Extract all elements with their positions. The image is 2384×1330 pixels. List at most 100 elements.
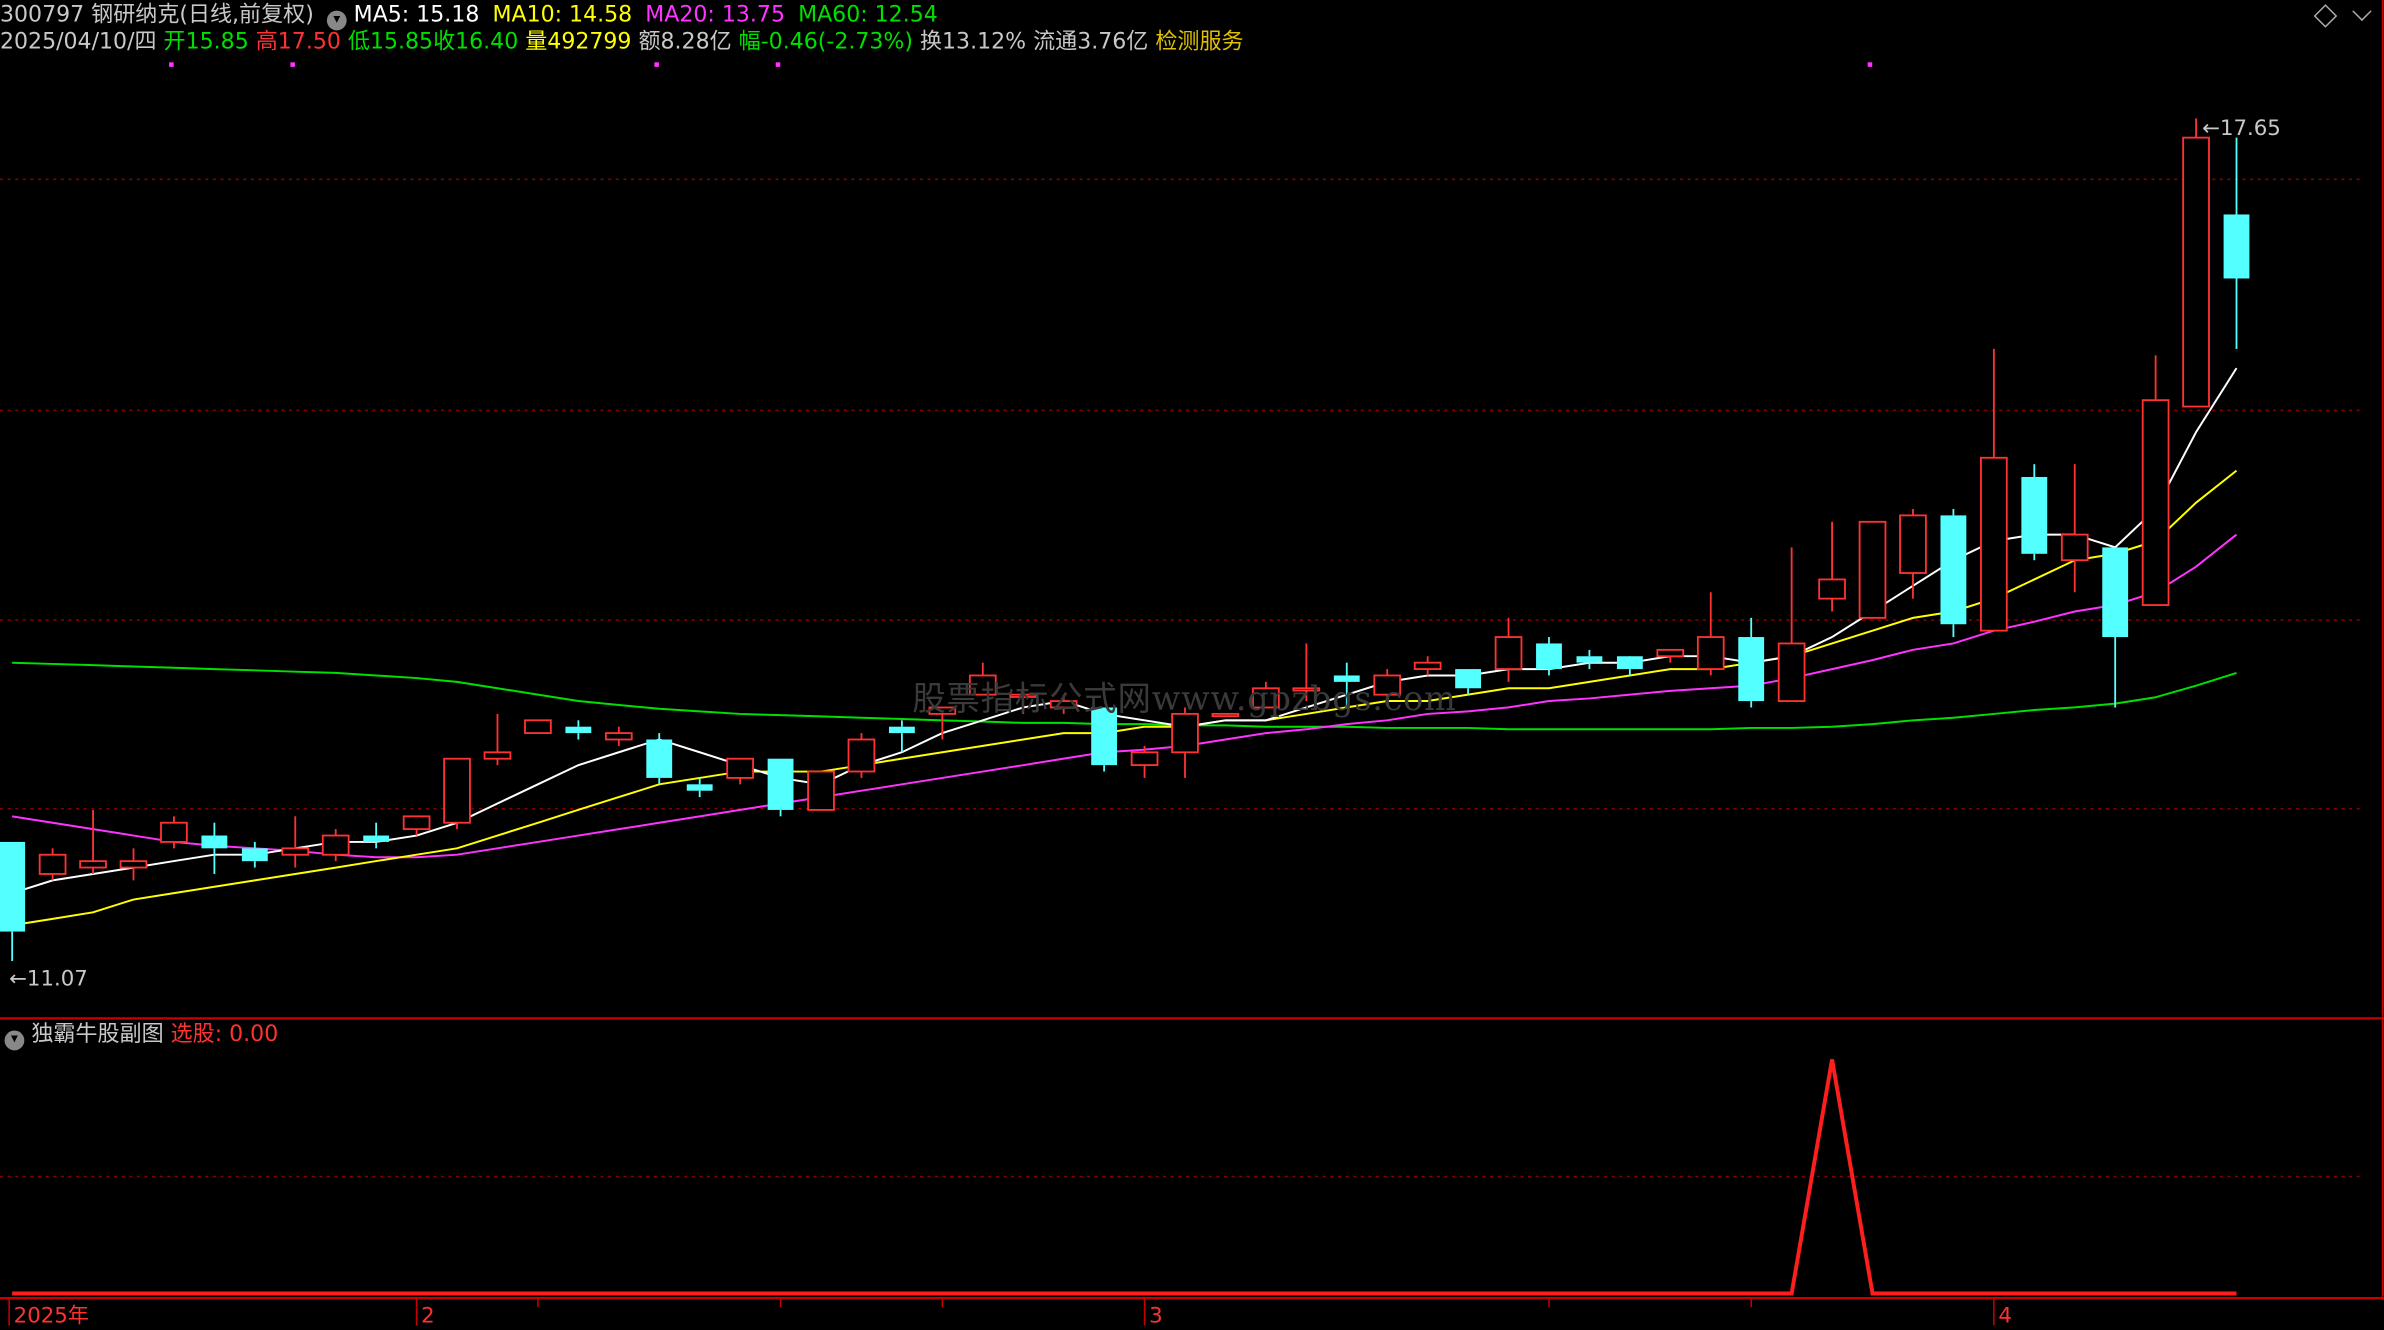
candle-body <box>281 847 310 856</box>
candle-body <box>726 757 754 779</box>
candle-body <box>1899 514 1927 574</box>
candle-body <box>1536 643 1562 670</box>
candle-body <box>1738 637 1765 702</box>
candle-body <box>1980 456 2008 632</box>
candle-body <box>1130 751 1159 767</box>
candle-body <box>119 860 148 869</box>
candle-7 <box>281 816 310 868</box>
signal-mark-3 <box>775 62 781 67</box>
ma60-label: MA60: 12.54 <box>798 3 938 28</box>
candle-41 <box>1656 648 1685 663</box>
ma-toggle-icon[interactable]: ▾ <box>326 10 347 31</box>
candle-body <box>201 835 228 849</box>
candle-body <box>38 853 67 875</box>
candle-42 <box>1696 592 1725 676</box>
low-label: 低15.85 <box>347 30 434 55</box>
x-axis-label-0: 2025年 <box>14 1303 89 1328</box>
candle-body <box>1656 648 1685 658</box>
candle-body <box>79 860 107 869</box>
kline-chart[interactable]: ←17.65 ←11.07 2025年 2 3 4 <box>0 0 2384 1330</box>
header-row-1: 300797 钢研纳克(日线,前复权) ▾ MA5: 15.18 MA10: 1… <box>0 2 938 31</box>
candle-52 <box>2102 547 2129 708</box>
candle-15 <box>604 726 633 746</box>
candle-body <box>1455 669 1482 689</box>
ma10-label: MA10: 14.58 <box>492 3 633 28</box>
ma5-label: MA5: 15.18 <box>353 3 480 28</box>
ma20-label: MA20: 13.75 <box>645 3 785 28</box>
candle-13 <box>524 719 552 734</box>
signal-mark-2 <box>654 62 659 67</box>
high-label: 高17.50 <box>255 30 341 55</box>
signal-mark-4 <box>1867 62 1873 67</box>
candle-19 <box>767 758 794 817</box>
indicator-title-row: ▾ 独霸牛股副图 选股: 0.00 <box>0 1021 278 1051</box>
candle-46 <box>1858 520 1887 619</box>
candle-53 <box>2141 355 2170 606</box>
candle-body <box>1696 636 1725 670</box>
candle-1 <box>38 848 67 881</box>
watermark: 股票指标公式网www.gpzbgs.com <box>912 680 1457 719</box>
candle-3 <box>119 848 148 881</box>
candle-55 <box>2223 137 2250 349</box>
open-label: 开15.85 <box>163 30 249 55</box>
indicator-name[interactable]: 独霸牛股副图 <box>31 1021 163 1048</box>
header-row-2: 2025/04/10/四 开15.85 高17.50 低15.85收16.40 … <box>0 29 1244 56</box>
candle-body <box>524 719 552 734</box>
candle-body <box>1494 636 1523 670</box>
stock-code: 300797 <box>0 3 85 28</box>
candle-20 <box>807 770 835 811</box>
amount-label: 额8.28亿 <box>638 30 732 55</box>
candle-body <box>2223 214 2250 279</box>
change-label: 幅-0.46(-2.73%) <box>738 30 913 55</box>
candle-body <box>2021 476 2048 554</box>
indicator-toggle-icon[interactable]: ▾ <box>4 1030 25 1051</box>
candle-body <box>0 841 26 932</box>
candle-0 <box>0 841 26 962</box>
candle-54 <box>2182 118 2210 408</box>
float-label: 流通3.76亿 <box>1033 30 1149 55</box>
candle-45 <box>1818 521 1846 612</box>
candle-body <box>1576 656 1603 663</box>
candle-2 <box>79 809 107 874</box>
candle-body <box>1777 642 1806 702</box>
candle-43 <box>1738 617 1765 708</box>
candle-body <box>1940 515 1967 625</box>
candle-37 <box>1494 617 1523 682</box>
candle-11 <box>443 757 471 830</box>
date-label: 2025/04/10/四 <box>0 30 157 55</box>
candle-body <box>2060 533 2089 562</box>
candle-body <box>321 834 350 856</box>
candle-14 <box>565 720 592 740</box>
candle-body <box>686 784 713 791</box>
industry-link[interactable]: 检测服务 <box>1155 29 1243 56</box>
candle-body <box>767 758 794 810</box>
candle-body <box>1818 578 1846 600</box>
candle-body <box>565 726 592 734</box>
candle-47 <box>1899 508 1927 599</box>
x-axis-label-3: 4 <box>1998 1303 2012 1328</box>
x-axis-label-1: 2 <box>421 1303 435 1328</box>
candle-body <box>888 726 915 734</box>
candle-body <box>160 821 188 843</box>
close-label: 收16.40 <box>433 30 519 55</box>
candle-36 <box>1455 669 1482 695</box>
candle-8 <box>321 829 350 862</box>
turnover-label: 换13.12% <box>919 30 1027 55</box>
candle-51 <box>2060 464 2089 593</box>
candle-body <box>847 738 876 773</box>
stock-name[interactable]: 钢研纳克 <box>91 2 179 29</box>
candle-body <box>402 815 431 831</box>
candle-12 <box>483 713 512 766</box>
candle-18 <box>726 757 754 785</box>
x-axis-label-2: 3 <box>1149 1303 1163 1328</box>
candle-39 <box>1576 649 1603 670</box>
candle-40 <box>1616 656 1643 676</box>
candle-body <box>2141 399 2170 606</box>
candle-body <box>443 757 471 824</box>
candle-body <box>1616 656 1643 670</box>
volume-label: 量492799 <box>525 30 632 55</box>
candle-16 <box>646 733 673 785</box>
candle-body <box>1413 661 1442 670</box>
candle-body <box>1858 520 1887 619</box>
candle-17 <box>686 777 713 798</box>
